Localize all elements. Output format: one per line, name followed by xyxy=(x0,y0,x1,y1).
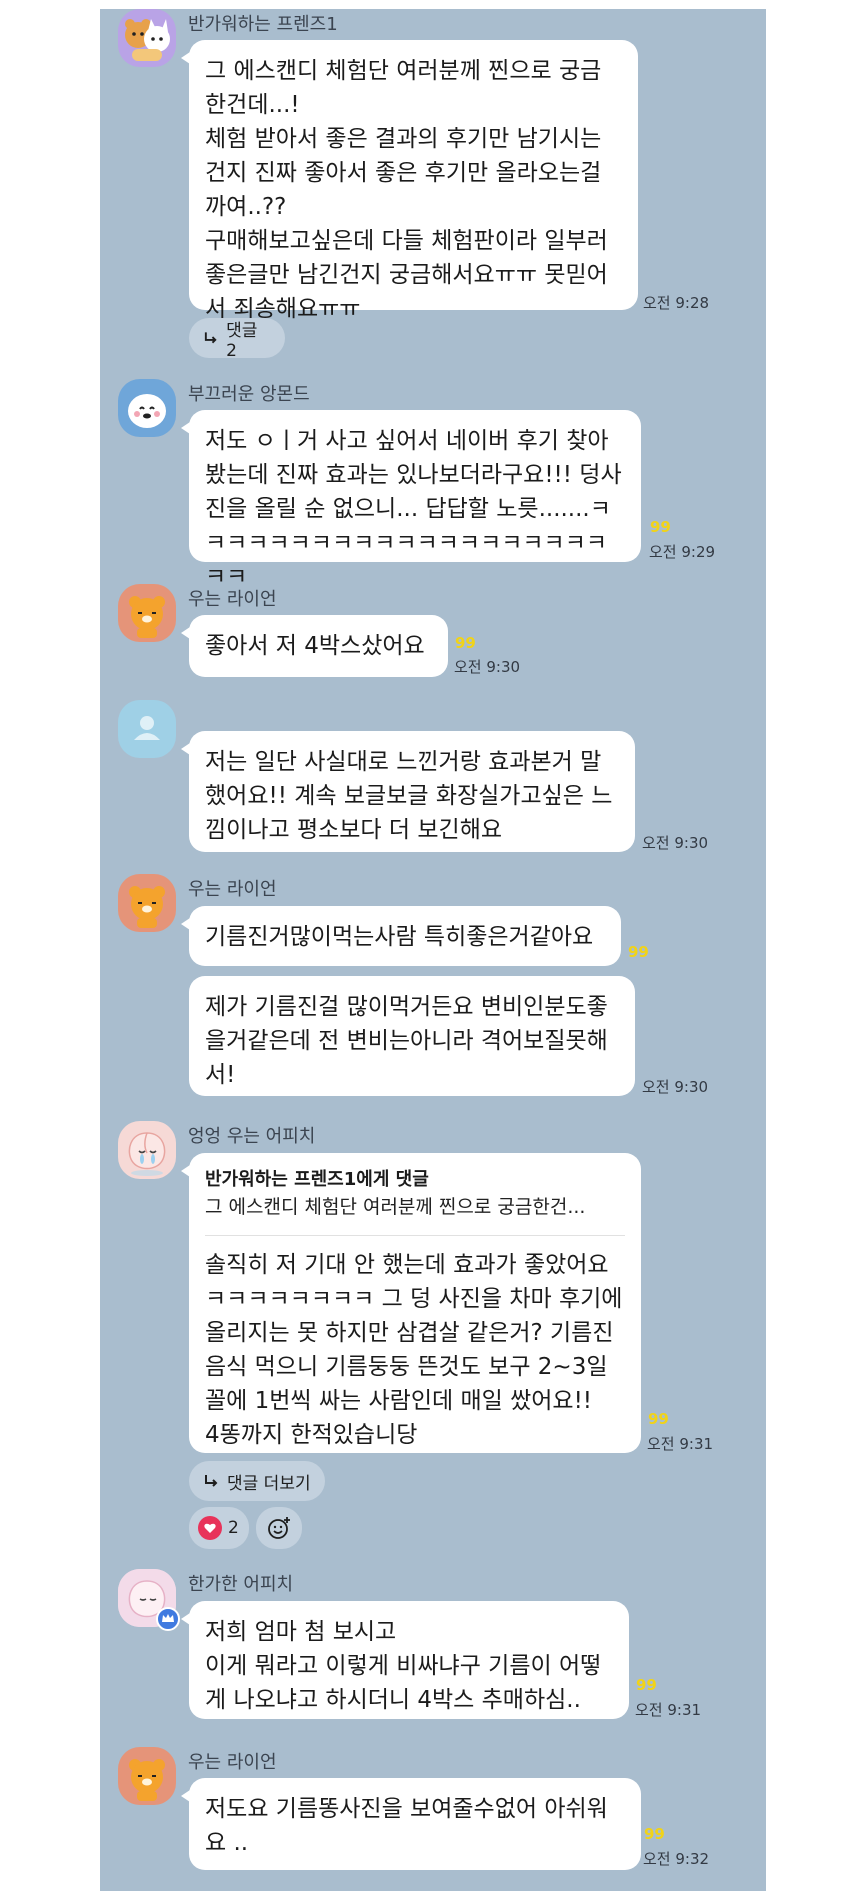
heart-icon xyxy=(198,1516,222,1540)
sender-name: 부끄러운 앙몬드 xyxy=(188,384,310,405)
sender-name: 우는 라이언 xyxy=(188,879,277,900)
reaction-button[interactable]: 2 xyxy=(189,1507,249,1549)
message-time: 오전 9:29 xyxy=(649,543,716,561)
more-replies-label: 댓글 더보기 xyxy=(227,1473,311,1494)
sender-name: 엉엉 우는 어피치 xyxy=(188,1126,316,1147)
avatar-default[interactable] xyxy=(118,700,176,758)
message-text: 솔직히 저 기대 안 했는데 효과가 좋았어요 ㅋㅋㅋㅋㅋㅋㅋㅋ 그 덩 사진을… xyxy=(205,1252,623,1448)
message-time: 오전 9:32 xyxy=(643,1850,710,1868)
crown-icon xyxy=(156,1607,180,1631)
avatar-apeach[interactable] xyxy=(118,1121,176,1179)
unread-count: 99 xyxy=(636,1676,657,1694)
message-bubble[interactable]: 저도 ㅇㅣ거 사고 싶어서 네이버 후기 찾아 봤는데 진짜 효과는 있나보더라… xyxy=(181,410,641,590)
avatar-ryan[interactable] xyxy=(118,874,176,932)
unread-count: 99 xyxy=(648,1410,669,1428)
avatar-ryan[interactable] xyxy=(118,584,176,642)
reaction-count: 2 xyxy=(228,1518,239,1538)
message-time: 오전 9:30 xyxy=(642,834,709,852)
avatar-almond[interactable] xyxy=(118,379,176,437)
avatar-friends1[interactable] xyxy=(118,9,176,67)
sender-name: 우는 라이언 xyxy=(188,1752,277,1773)
person-icon xyxy=(134,716,160,740)
unread-count: 99 xyxy=(644,1825,665,1843)
message-time: 오전 9:30 xyxy=(642,1078,709,1096)
message-bubble[interactable]: 기름진거많이먹는사람 특히좋은거같아요 xyxy=(181,906,621,966)
reply-arrow-icon xyxy=(205,1475,218,1487)
replies-label: 댓글 2 xyxy=(226,320,258,361)
message-bubble[interactable]: 제가 기름진걸 많이먹거든요 변비인분도좋 을거같은데 전 변비는아니라 격어보… xyxy=(189,976,635,1096)
unread-count: 99 xyxy=(650,518,671,536)
message-time: 오전 9:31 xyxy=(647,1435,714,1453)
unread-count: 99 xyxy=(628,943,649,961)
message-time: 오전 9:31 xyxy=(635,1701,702,1719)
sender-name: 반가워하는 프렌즈1 xyxy=(188,14,338,35)
sender-name: 우는 라이언 xyxy=(188,589,277,610)
message-bubble[interactable]: 그 에스캔디 체험단 여러분께 찐으로 궁금 한건데...! 체험 받아서 좋은… xyxy=(181,40,638,322)
reply-divider xyxy=(205,1235,625,1236)
reply-quote: 그 에스캔디 체험단 여러분께 찐으로 궁금한건... xyxy=(205,1196,586,1218)
message-bubble[interactable]: 좋아서 저 4박스샀어요 xyxy=(181,615,448,677)
avatar-apeach2[interactable] xyxy=(118,1569,180,1631)
message-time: 오전 9:30 xyxy=(454,658,521,676)
reply-arrow-icon xyxy=(204,332,217,344)
add-reaction-button[interactable] xyxy=(256,1507,302,1549)
message-bubble[interactable]: 저희 엄마 첨 보시고 이게 뭐라고 이렇게 비싸냐구 기름이 어떻 게 나오냐… xyxy=(181,1601,629,1719)
message-time: 오전 9:28 xyxy=(643,294,710,312)
add-reaction-icon xyxy=(268,1517,290,1539)
replies-button[interactable]: 댓글 2 xyxy=(189,318,285,361)
reply-target: 반가워하는 프렌즈1에게 댓글 xyxy=(205,1169,429,1190)
message-bubble[interactable]: 저도요 기름똥사진을 보여줄수없어 아쉬워 요 .. xyxy=(181,1778,641,1870)
unread-count: 99 xyxy=(455,634,476,652)
reply-message-bubble[interactable]: 반가워하는 프렌즈1에게 댓글 그 에스캔디 체험단 여러분께 찐으로 궁금한건… xyxy=(181,1153,641,1453)
avatar-ryan[interactable] xyxy=(118,1747,176,1805)
sender-name: 한가한 어피치 xyxy=(188,1574,294,1595)
message-bubble[interactable]: 저는 일단 사실대로 느낀거랑 효과본거 말 했어요!! 계속 보글보글 화장실… xyxy=(181,731,635,852)
more-replies-button[interactable]: 댓글 더보기 xyxy=(189,1461,325,1501)
